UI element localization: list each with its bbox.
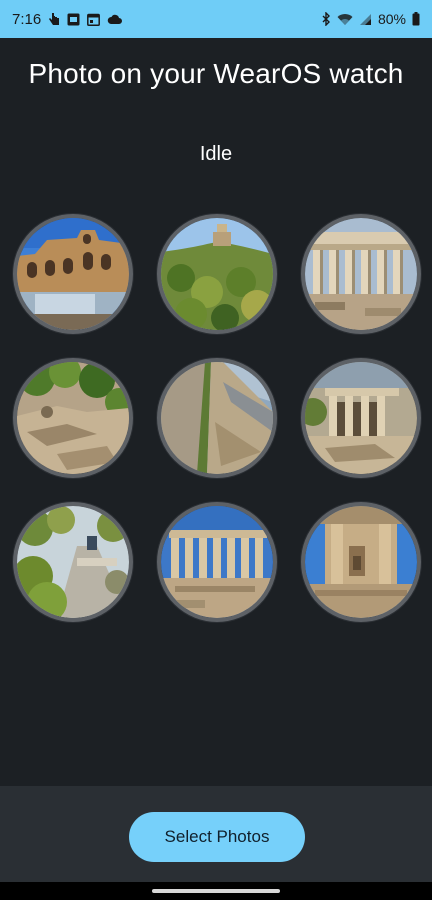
rocky-hillside-image [17, 362, 129, 474]
photo-thumbnail[interactable] [301, 358, 421, 478]
home-gesture-handle[interactable] [152, 889, 280, 893]
bluetooth-icon [322, 12, 331, 26]
battery-icon [412, 12, 420, 26]
photo-thumbnail[interactable] [157, 502, 277, 622]
hill-chapel-image [161, 218, 273, 330]
status-text: Idle [199, 143, 233, 165]
garden-path-image [17, 506, 129, 618]
wifi-icon [337, 13, 353, 26]
status-time: 7:16 [12, 10, 42, 28]
page-title: Photo on your WearOS watch [28, 58, 404, 89]
cloud-icon [107, 14, 123, 25]
hand-icon [48, 12, 60, 26]
photo-thumbnail[interactable] [13, 358, 133, 478]
odeon-theatre-image [17, 218, 129, 330]
propylaea-image [305, 362, 417, 474]
cliff-path-image [161, 362, 273, 474]
photo-thumbnail[interactable] [157, 358, 277, 478]
status-bar: 7:16 80% [0, 0, 432, 38]
parthenon-front-image [161, 506, 273, 618]
select-photos-button[interactable]: Select Photos [129, 812, 305, 862]
photo-grid [13, 214, 421, 622]
battery-percent: 80% [377, 11, 406, 27]
calendar-icon [87, 13, 101, 26]
erechtheion-porch-image [305, 506, 417, 618]
photo-thumbnail[interactable] [301, 502, 421, 622]
photo-thumbnail[interactable] [157, 214, 277, 334]
photo-thumbnail[interactable] [13, 214, 133, 334]
photo-thumbnail[interactable] [13, 502, 133, 622]
parthenon-columns-image [305, 218, 417, 330]
sd-card-icon [67, 13, 80, 26]
signal-icon [359, 13, 372, 26]
photo-thumbnail[interactable] [301, 214, 421, 334]
